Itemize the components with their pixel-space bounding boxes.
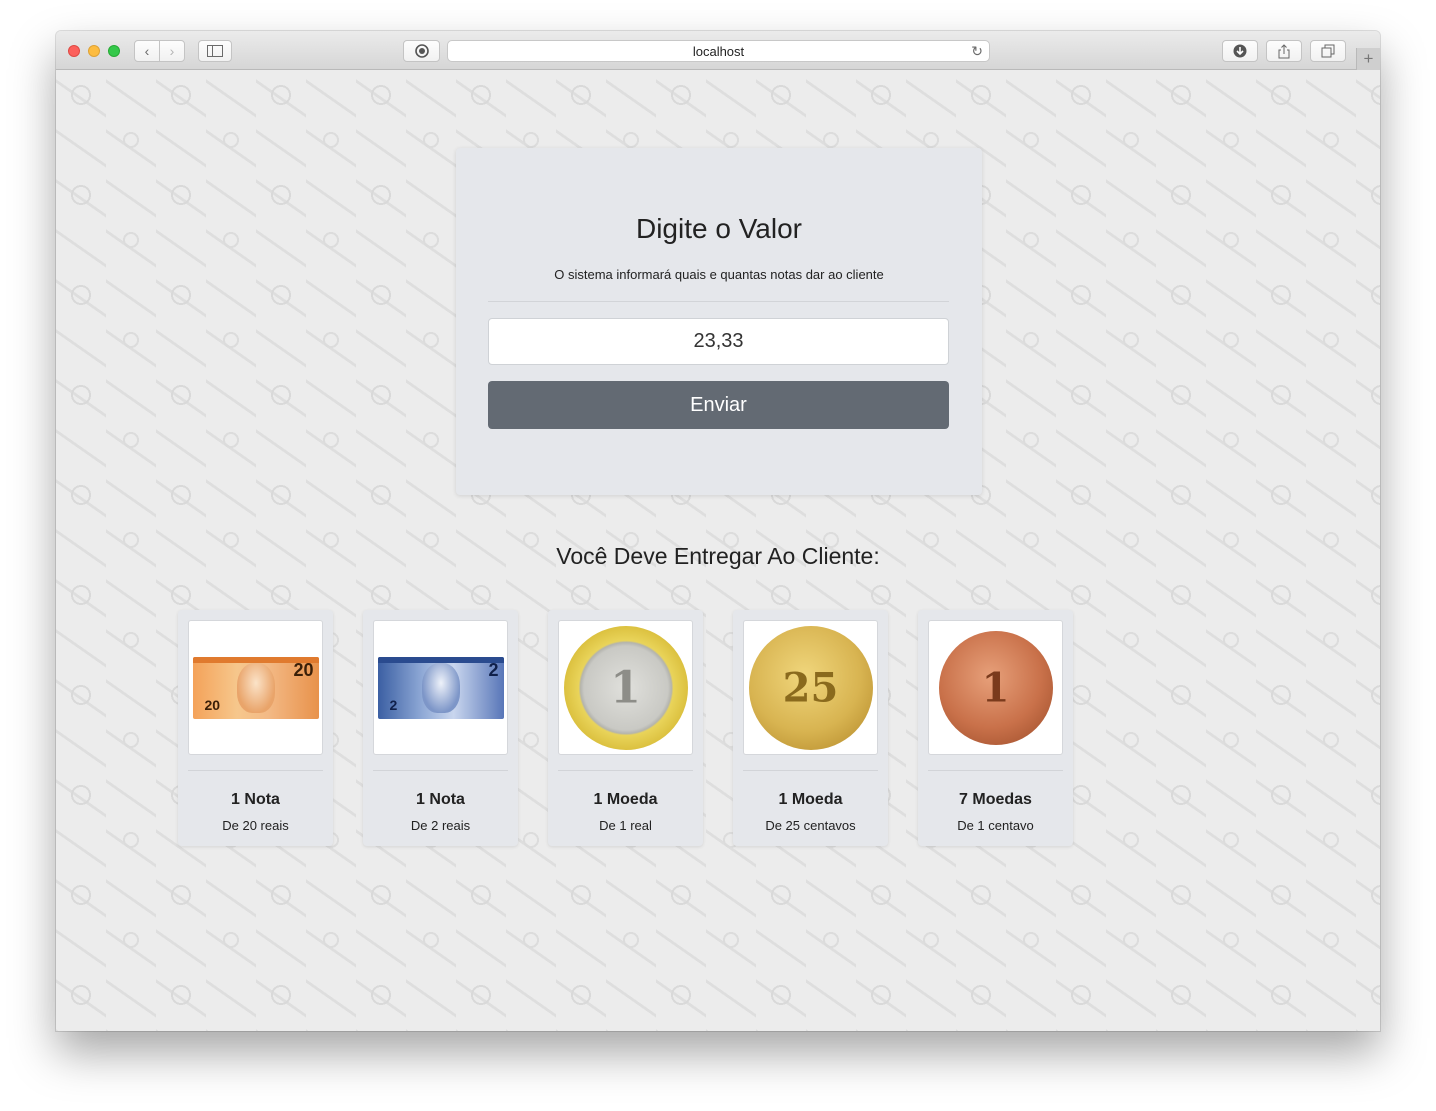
forward-button[interactable]: ›: [159, 40, 185, 62]
item-quantity: 7 Moedas: [959, 791, 1032, 808]
item-quantity: 1 Moeda: [778, 791, 843, 808]
coin-image: 1: [558, 620, 693, 755]
back-button[interactable]: ‹: [134, 40, 160, 62]
chevron-left-icon: ‹: [144, 43, 150, 59]
address-bar[interactable]: localhost ↻: [447, 40, 990, 62]
new-tab-button[interactable]: +: [1356, 48, 1380, 70]
item-description: De 20 reais: [222, 818, 289, 833]
url-text: localhost: [692, 43, 745, 59]
sidebar-toggle-button[interactable]: [198, 40, 232, 62]
change-item-card: 25 1 Moeda De 25 centavos: [733, 610, 888, 846]
item-description: De 2 reais: [410, 818, 471, 833]
shield-icon: [414, 44, 429, 58]
submit-button[interactable]: Enviar: [488, 381, 949, 429]
item-quantity: 1 Nota: [416, 791, 465, 808]
maximize-window-button[interactable]: [108, 45, 120, 57]
browser-toolbar: ‹ › localhost ↻ +: [56, 31, 1380, 70]
change-item-card: 1 7 Moedas De 1 centavo: [918, 610, 1073, 846]
banknote-2-icon: 2 2: [377, 656, 504, 719]
result-title: Você Deve Entregar Ao Cliente:: [556, 543, 880, 569]
sidebar-icon: [207, 45, 223, 57]
share-button[interactable]: [1266, 40, 1302, 62]
amount-input[interactable]: [488, 318, 949, 365]
chevron-right-icon: ›: [169, 43, 175, 59]
share-icon: [1278, 43, 1290, 58]
download-icon: [1233, 44, 1247, 58]
divider: [373, 770, 508, 771]
browser-window: ‹ › localhost ↻ + Digite o Valor O siste…: [56, 31, 1380, 1031]
divider: [558, 770, 693, 771]
coin-1-centavo-icon: 1: [938, 630, 1053, 745]
close-window-button[interactable]: [68, 45, 80, 57]
privacy-report-button[interactable]: [403, 40, 440, 62]
coin-25-centavos-icon: 25: [748, 625, 873, 750]
divider: [188, 770, 323, 771]
change-item-card: 1 1 Moeda De 1 real: [548, 610, 703, 846]
banknote-image: 2 2: [373, 620, 508, 755]
form-subtitle: O sistema informará quais e quantas nota…: [554, 267, 884, 282]
coin-1-real-icon: 1: [563, 625, 688, 750]
item-quantity: 1 Moeda: [593, 791, 658, 808]
minimize-window-button[interactable]: [88, 45, 100, 57]
banknote-20-icon: 20 20: [192, 656, 319, 719]
item-description: De 25 centavos: [765, 818, 856, 833]
change-item-card: 2 2 1 Nota De 2 reais: [363, 610, 518, 846]
banknote-image: 20 20: [188, 620, 323, 755]
divider: [928, 770, 1063, 771]
item-description: De 1 centavo: [957, 818, 1034, 833]
coin-image: 25: [743, 620, 878, 755]
show-tabs-button[interactable]: [1310, 40, 1346, 62]
tabs-icon: [1321, 44, 1335, 58]
change-item-card: 20 20 1 Nota De 20 reais: [178, 610, 333, 846]
coin-image: 1: [928, 620, 1063, 755]
form-title: Digite o Valor: [635, 213, 802, 244]
plus-icon: +: [1363, 49, 1374, 68]
downloads-button[interactable]: [1222, 40, 1258, 62]
divider: [488, 301, 949, 302]
divider: [743, 770, 878, 771]
reload-icon[interactable]: ↻: [971, 43, 983, 60]
item-quantity: 1 Nota: [231, 791, 280, 808]
item-description: De 1 real: [599, 818, 652, 833]
page-content: Digite o Valor O sistema informará quais…: [56, 70, 1380, 1031]
value-form-card: Digite o Valor O sistema informará quais…: [456, 148, 982, 495]
